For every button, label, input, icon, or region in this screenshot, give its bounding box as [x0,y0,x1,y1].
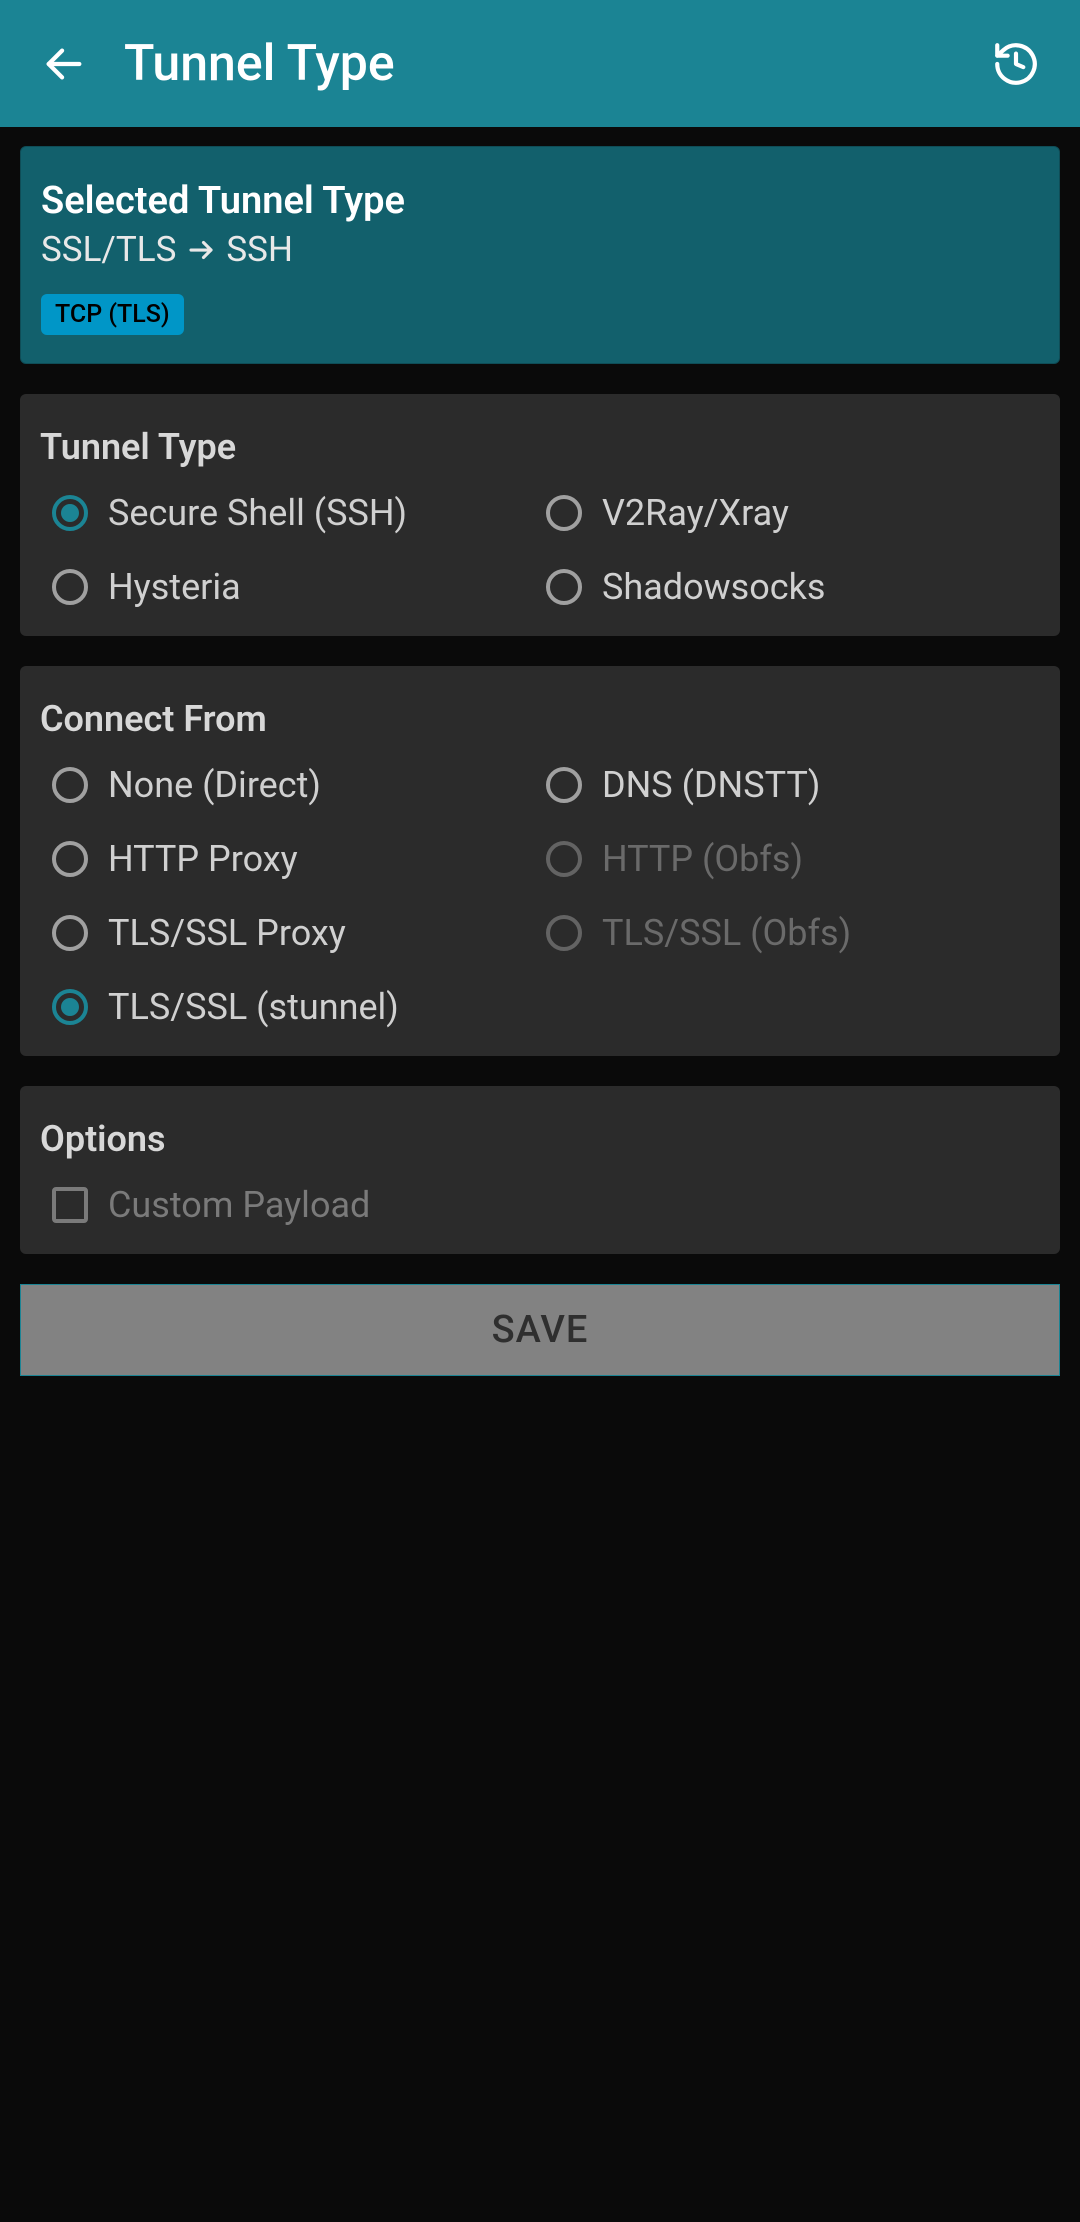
radio-label: TLS/SSL (Obfs) [602,912,851,954]
connect-from-option[interactable]: HTTP Proxy [52,838,546,880]
content: Selected Tunnel Type SSL/TLS SSH TCP (TL… [0,127,1080,1395]
radio-icon [52,495,88,531]
history-icon [991,39,1041,89]
connect-from-option[interactable]: None (Direct) [52,764,546,806]
radio-label: None (Direct) [108,764,321,806]
tunnel-type-section: Tunnel Type Secure Shell (SSH) V2Ray/Xray… [20,394,1060,636]
radio-icon [52,767,88,803]
radio-label: TLS/SSL (stunnel) [108,986,399,1028]
radio-icon [52,569,88,605]
radio-icon [52,841,88,877]
connect-from-option[interactable]: TLS/SSL Proxy [52,912,546,954]
radio-label: Shadowsocks [602,566,825,608]
radio-label: HTTP (Obfs) [602,838,803,880]
tunnel-type-option[interactable]: V2Ray/Xray [546,492,1040,534]
custom-payload-checkbox-row[interactable]: Custom Payload [40,1184,1040,1226]
radio-label: DNS (DNSTT) [602,764,820,806]
history-button[interactable] [988,36,1044,92]
radio-icon [546,915,582,951]
save-button[interactable]: SAVE [20,1284,1060,1376]
connect-from-option: HTTP (Obfs) [546,838,1040,880]
selected-tunnel-title: Selected Tunnel Type [41,179,1039,223]
selected-to: SSH [226,229,293,270]
arrow-right-icon [186,235,216,265]
radio-label: Secure Shell (SSH) [108,492,407,534]
tunnel-type-option[interactable]: Hysteria [52,566,546,608]
connect-from-option: TLS/SSL (Obfs) [546,912,1040,954]
tunnel-type-title: Tunnel Type [40,426,1040,468]
options-title: Options [40,1118,1040,1160]
radio-icon [52,989,88,1025]
page-title: Tunnel Type [124,35,988,93]
radio-label: TLS/SSL Proxy [108,912,346,954]
back-button[interactable] [36,36,92,92]
protocol-badge: TCP (TLS) [41,294,184,335]
connect-from-option[interactable]: DNS (DNSTT) [546,764,1040,806]
connect-from-title: Connect From [40,698,1040,740]
connect-from-section: Connect From None (Direct) DNS (DNSTT) HTT… [20,666,1060,1056]
connect-from-option[interactable]: TLS/SSL (stunnel) [52,986,546,1028]
selected-tunnel-chain: SSL/TLS SSH [41,229,1039,270]
radio-icon [546,569,582,605]
selected-tunnel-card: Selected Tunnel Type SSL/TLS SSH TCP (TL… [20,146,1060,364]
custom-payload-label: Custom Payload [108,1184,370,1226]
radio-icon [546,841,582,877]
tunnel-type-options: Secure Shell (SSH) V2Ray/Xray Hysteria Shad… [40,492,1040,608]
radio-label: HTTP Proxy [108,838,298,880]
arrow-back-icon [41,41,87,87]
radio-icon [546,495,582,531]
radio-icon [546,767,582,803]
custom-payload-checkbox[interactable] [52,1187,88,1223]
options-section: Options Custom Payload [20,1086,1060,1254]
selected-from: SSL/TLS [41,229,176,270]
radio-icon [52,915,88,951]
appbar: Tunnel Type [0,0,1080,127]
radio-label: V2Ray/Xray [602,492,789,534]
connect-from-options: None (Direct) DNS (DNSTT) HTTP Proxy HTTP (… [40,764,1040,1028]
tunnel-type-option[interactable]: Shadowsocks [546,566,1040,608]
radio-label: Hysteria [108,566,241,608]
tunnel-type-option[interactable]: Secure Shell (SSH) [52,492,546,534]
